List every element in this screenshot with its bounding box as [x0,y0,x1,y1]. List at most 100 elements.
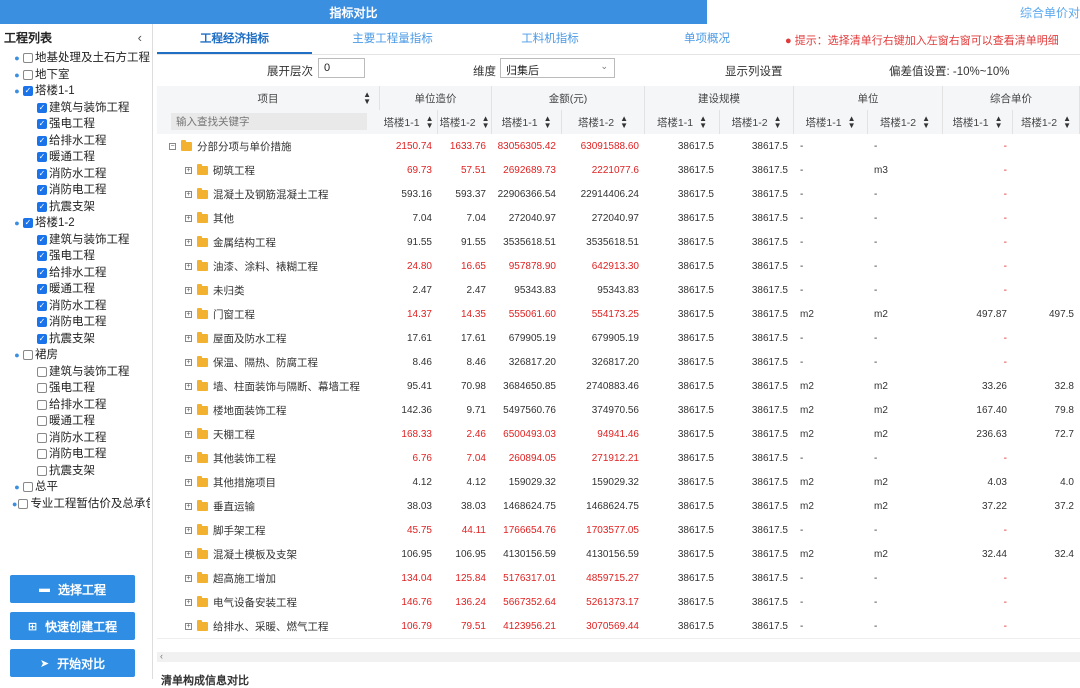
tree-node[interactable]: ✓ 暖通工程 [0,149,150,166]
expand-row-icon[interactable]: + [185,550,192,558]
tree-checkbox[interactable] [23,69,33,80]
table-row[interactable]: − 分部分项与单价措施 2150.74 1633.76 83056305.42 63091… [157,134,1080,159]
select-project-button[interactable]: ▬ 选择工程 [10,575,135,603]
tab-project-overview[interactable]: 单项概况 [627,24,787,52]
tree-checkbox[interactable]: ✓ [23,218,33,229]
tree-node[interactable]: ✓ 暖通工程 [0,281,150,298]
collapse-node-icon[interactable]: ● [12,347,22,363]
tree-checkbox[interactable]: ✓ [37,301,47,311]
tree-node[interactable]: ● ✓ 塔楼1-1 [0,83,150,100]
sort-icon[interactable]: ▲ ▼ [774,115,782,130]
tree-checkbox[interactable]: ✓ [37,169,47,179]
expand-row-icon[interactable]: + [185,358,192,366]
sort-icon[interactable]: ▲ ▼ [544,115,552,130]
tree-checkbox[interactable]: ✓ [37,185,47,196]
tree-checkbox[interactable]: ✓ [37,119,47,130]
sort-icon[interactable]: ▲ ▼ [426,115,434,130]
tree-checkbox[interactable]: ✓ [37,334,47,344]
tree-node[interactable]: ● 总平 [0,479,150,496]
tree-node[interactable]: ✓ 建筑与装饰工程 [0,100,150,117]
expand-row-icon[interactable]: + [185,574,192,582]
tree-checkbox[interactable]: ✓ [37,202,47,212]
tree-checkbox[interactable]: ✓ [37,284,47,295]
table-row[interactable]: + 其他装饰工程 6.76 7.04 260894.05 271912.21 38617.5… [157,446,1080,471]
table-row[interactable]: + 超高施工增加 134.04 125.84 5176317.01 4859715.27 3… [157,566,1080,591]
expand-node-icon[interactable]: ● [12,50,22,66]
sub-header[interactable]: 塔楼1-2 ▲ ▼ [1013,110,1080,134]
expand-row-icon[interactable]: + [185,190,192,198]
sub-header[interactable]: 塔楼1-1 ▲ ▼ [794,110,868,134]
collapse-node-icon[interactable]: ● [12,83,22,99]
sort-icon[interactable]: ▲ ▼ [995,115,1003,130]
tab-index-compare[interactable]: 指标对比 [0,0,707,24]
sort-icon[interactable]: ▲ ▼ [363,91,371,106]
tree-checkbox[interactable]: ✓ [37,136,47,146]
expand-row-icon[interactable]: + [185,622,192,630]
tree-node[interactable]: 建筑与装饰工程 [0,364,150,381]
keyword-search-input[interactable] [171,113,367,130]
tree-node[interactable]: 强电工程 [0,380,150,397]
tree-checkbox[interactable]: ✓ [23,86,33,97]
horizontal-scrollbar[interactable]: ‹ [157,651,1080,662]
sort-icon[interactable]: ▲ ▼ [922,115,930,130]
sort-icon[interactable]: ▲ ▼ [620,115,628,130]
expand-row-icon[interactable]: + [185,382,192,390]
table-row[interactable]: + 保温、隔热、防腐工程 8.46 8.46 326817.20 326817.20 386… [157,350,1080,375]
table-row[interactable]: + 混凝土及钢筋混凝土工程 593.16 593.37 22906366.54 22914… [157,182,1080,207]
tree-checkbox[interactable]: ✓ [37,251,47,262]
sub-header[interactable]: 塔楼1-2 ▲ ▼ [438,110,492,134]
tree-node[interactable]: ● 专业工程暂估价及总承包 [0,496,150,513]
tree-node[interactable]: ✓ 消防电工程 [0,314,150,331]
expand-row-icon[interactable]: + [185,310,192,318]
tree-checkbox[interactable] [37,465,47,476]
tree-checkbox[interactable]: ✓ [37,235,47,245]
scroll-left-arrow-icon[interactable]: ‹ [160,651,163,661]
tree-checkbox[interactable] [23,482,33,493]
table-row[interactable]: + 油漆、涂料、裱糊工程 24.80 16.65 957878.90 642913.30 3… [157,254,1080,279]
sort-icon[interactable]: ▲ ▼ [699,115,707,130]
tree-checkbox[interactable] [23,53,33,64]
tab-quantity-index[interactable]: 主要工程量指标 [315,24,470,52]
expand-node-icon[interactable]: ● [12,67,22,83]
table-row[interactable]: + 天棚工程 168.33 2.46 6500493.03 94941.46 38617.5… [157,422,1080,447]
tree-checkbox[interactable] [37,399,47,410]
table-row[interactable]: + 墙、柱面装饰与隔断、幕墙工程 95.41 70.98 3684650.85 27408… [157,374,1080,399]
tab-economic-index[interactable]: 工程经济指标 [157,24,312,54]
tree-checkbox[interactable]: ✓ [37,268,47,278]
start-compare-button[interactable]: ➤ 开始对比 [10,649,135,677]
tree-node[interactable]: 消防电工程 [0,446,150,463]
tree-node[interactable]: ✓ 给排水工程 [0,265,150,282]
tree-node[interactable]: 消防水工程 [0,430,150,447]
sub-header[interactable]: 塔楼1-1 ▲ ▼ [943,110,1013,134]
table-row[interactable]: + 门窗工程 14.37 14.35 555061.60 554173.25 38617.5… [157,302,1080,327]
tree-node[interactable]: ✓ 强电工程 [0,116,150,133]
tree-node[interactable]: ● ✓ 塔楼1-2 [0,215,150,232]
expand-row-icon[interactable]: + [185,502,192,510]
tree-node[interactable]: ● 地下室 [0,67,150,84]
table-row[interactable]: + 金属结构工程 91.55 91.55 3535618.51 3535618.51 386… [157,230,1080,255]
dimension-select[interactable]: 归集后 ⌄ [500,58,615,78]
column-settings-link[interactable]: 显示列设置 [725,63,783,79]
expand-row-icon[interactable]: + [185,262,192,270]
table-row[interactable]: + 电气设备安装工程 146.76 136.24 5667352.64 5261373.1… [157,590,1080,615]
sort-icon[interactable]: ▲ ▼ [1063,115,1071,130]
sort-icon[interactable]: ▲ ▼ [848,115,856,130]
tree-node[interactable]: ● 裙房 [0,347,150,364]
expand-row-icon[interactable]: + [185,454,192,462]
tree-node[interactable]: ● 地基处理及土石方工程 [0,50,150,67]
collapse-node-icon[interactable]: ● [12,215,22,231]
collapse-row-icon[interactable]: − [169,142,176,150]
expand-row-icon[interactable]: + [185,478,192,486]
deviation-setting[interactable]: 偏差值设置: -10%~10% [889,63,1009,79]
chevron-left-icon[interactable]: ‹ [138,30,142,45]
sub-header[interactable]: 塔楼1-2 ▲ ▼ [562,110,645,134]
expand-row-icon[interactable]: + [185,214,192,222]
tree-node[interactable]: ✓ 给排水工程 [0,133,150,150]
table-row[interactable]: + 垂直运输 38.03 38.03 1468624.75 1468624.75 38617… [157,494,1080,519]
sub-header[interactable]: 塔楼1-1 ▲ ▼ [492,110,562,134]
expand-node-icon[interactable]: ● [12,496,17,512]
table-row[interactable]: + 给排水、采暖、燃气工程 106.79 79.51 4123956.21 3070569… [157,614,1080,639]
tree-node[interactable]: 抗震支架 [0,463,150,480]
sub-header[interactable]: 塔楼1-1 ▲ ▼ [380,110,438,134]
expand-level-input[interactable]: 0 [318,58,365,78]
